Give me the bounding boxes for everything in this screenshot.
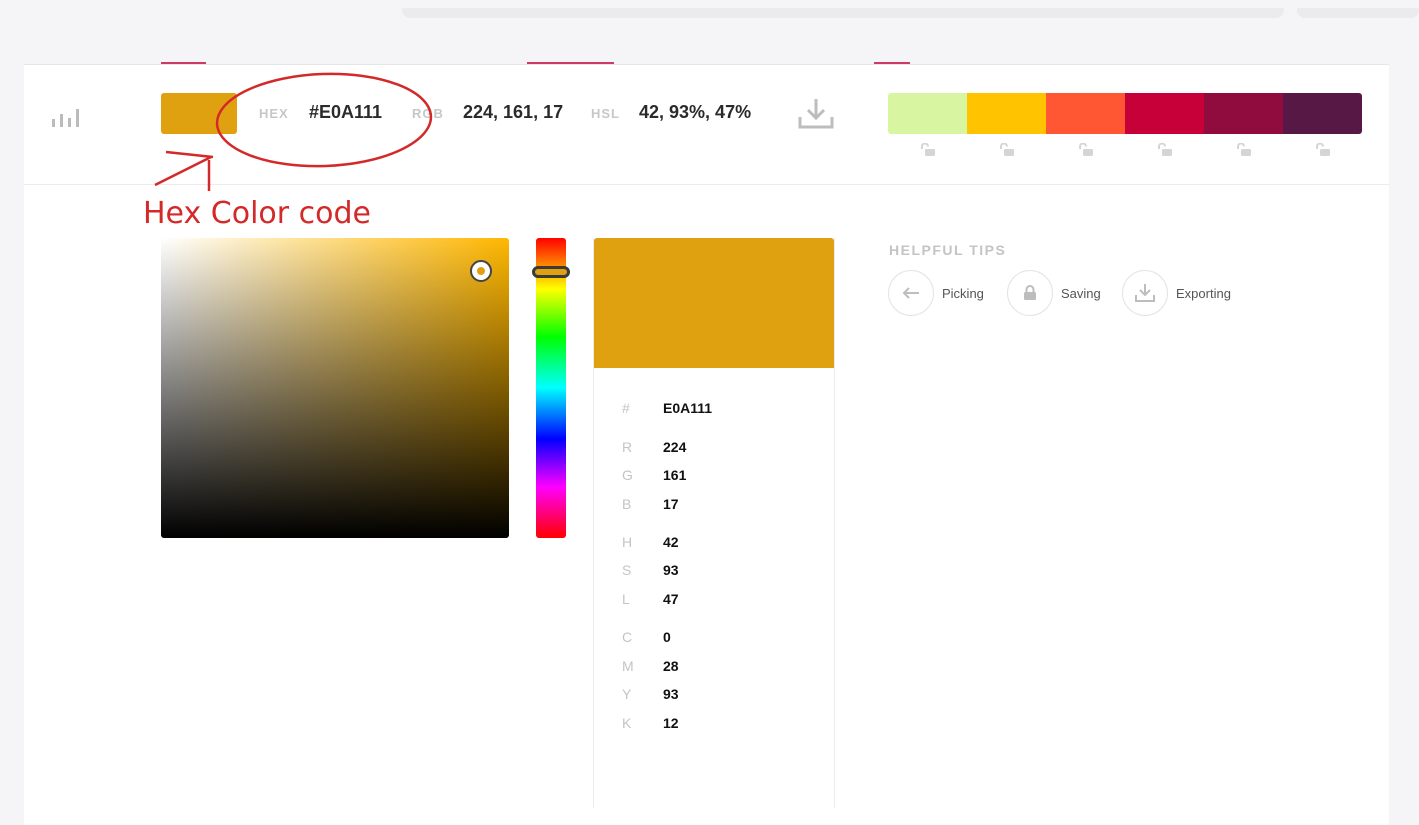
detail-value[interactable]: 47 [663,591,679,607]
tip-label: Exporting [1176,285,1231,301]
unlock-icon[interactable] [920,143,936,157]
hex-label: HEX [259,106,289,121]
bar-chart-icon[interactable] [50,105,86,129]
detail-value[interactable]: 224 [663,439,686,455]
detail-key: R [622,439,633,455]
tip-saving[interactable]: Saving [1007,269,1101,317]
detail-key: L [622,591,630,607]
lock-slot [1204,143,1283,157]
unlock-icon[interactable] [1236,143,1252,157]
rgb-label: RGB [412,106,444,121]
tab-indicator [874,62,910,64]
detail-value[interactable]: 0 [663,629,671,645]
detail-value[interactable]: 28 [663,658,679,674]
palette-swatch[interactable] [1125,93,1204,134]
detail-value[interactable]: 17 [663,496,679,512]
palette-swatch[interactable] [1283,93,1362,134]
top-bar-segment [1297,8,1419,18]
unlock-icon[interactable] [999,143,1015,157]
hue-slider[interactable] [536,238,566,538]
saturation-value-area[interactable] [161,238,509,538]
color-header-row: HEX #E0A111 RGB 224, 161, 17 HSL 42, 93%… [24,65,1389,185]
detail-key: H [622,534,633,550]
detail-value[interactable]: E0A111 [663,400,712,416]
lock-slot [967,143,1046,157]
lock-slot [888,143,967,157]
current-color-swatch[interactable] [161,93,237,134]
tab-indicator [161,62,206,64]
detail-key: Y [622,686,632,702]
tip-picking[interactable]: Picking [888,269,984,317]
palette-strip [888,93,1362,134]
tip-exporting[interactable]: Exporting [1122,269,1231,317]
tip-label: Saving [1061,285,1101,301]
palette-swatch[interactable] [1046,93,1125,134]
detail-key: K [622,715,632,731]
download-icon [1135,284,1155,302]
lock-icon [1024,285,1036,300]
detail-value[interactable]: 93 [663,562,679,578]
palette-locks [888,143,1362,157]
detail-key: G [622,467,633,483]
top-search-bar[interactable] [402,8,1284,18]
detail-value[interactable]: 42 [663,534,679,550]
hex-value[interactable]: #E0A111 [309,102,382,123]
palette-swatch[interactable] [888,93,967,134]
lock-slot [1046,143,1125,157]
tip-icon-circle [1122,270,1168,316]
lock-slot [1125,143,1204,157]
unlock-icon[interactable] [1315,143,1331,157]
helpful-tips-heading: HELPFUL TIPS [889,242,1007,258]
detail-key: B [622,496,632,512]
tip-icon-circle [1007,270,1053,316]
tip-label: Picking [942,285,984,301]
download-icon[interactable] [796,97,836,131]
hsl-label: HSL [591,106,620,121]
detail-value[interactable]: 161 [663,467,686,483]
detail-value[interactable]: 12 [663,715,679,731]
palette-swatch[interactable] [1204,93,1283,134]
tab-indicator [527,62,614,64]
unlock-icon[interactable] [1157,143,1173,157]
hue-slider-handle[interactable] [532,266,570,278]
detail-key: S [622,562,632,578]
detail-value[interactable]: 93 [663,686,679,702]
color-details-card: # E0A111 R 224 G 161 B 17 H 42 S 93 L 47 C 0 M 28 Y 93 K 12 [593,238,835,808]
hsl-value[interactable]: 42, 93%, 47% [639,102,751,123]
detail-key: C [622,629,633,645]
lock-slot [1283,143,1362,157]
arrow-left-icon [902,287,919,299]
unlock-icon[interactable] [1078,143,1094,157]
palette-swatch[interactable] [967,93,1046,134]
detail-key: # [622,400,630,416]
detail-key: M [622,658,634,674]
detail-color-preview [594,238,834,368]
rgb-value[interactable]: 224, 161, 17 [463,102,563,123]
annotation-label: Hex Color code [143,196,371,231]
tip-icon-circle [888,270,934,316]
color-picker-handle[interactable] [470,260,492,282]
